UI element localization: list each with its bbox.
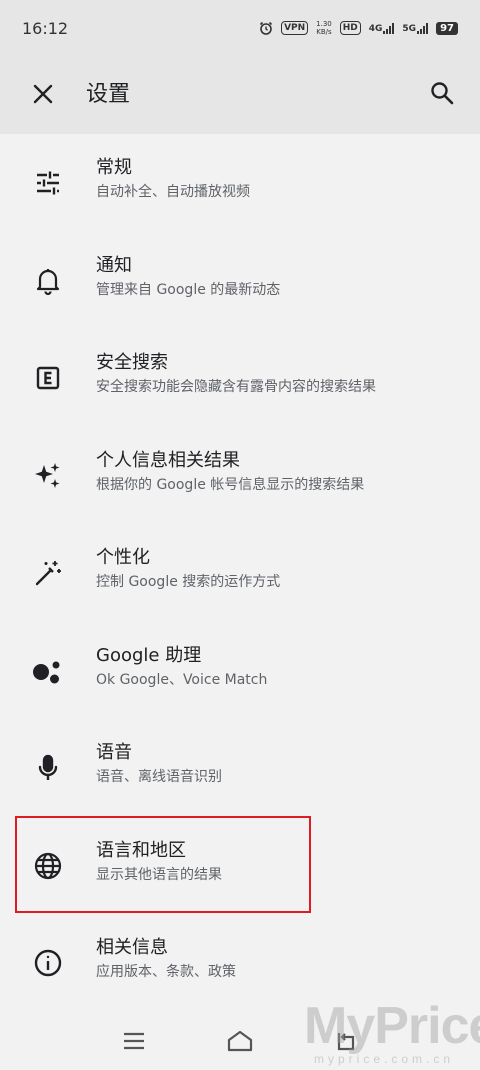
settings-item-label: 通知: [96, 254, 132, 276]
menu-icon: [124, 1032, 144, 1050]
home-button[interactable]: [220, 1026, 260, 1056]
mic-icon: [30, 750, 66, 786]
settings-item-sub: 管理来自 Google 的最新动态: [96, 281, 281, 298]
signal-bars-icon: [417, 22, 429, 34]
close-button[interactable]: [26, 77, 60, 111]
signal-bars-icon: [383, 22, 395, 34]
settings-item-personal-results[interactable]: 个人信息相关结果 根据你的 Google 帐号信息显示的搜索结果: [0, 427, 480, 525]
watermark-domain: myprice.com.cn: [314, 1052, 455, 1066]
settings-item-label: 个人信息相关结果: [96, 449, 240, 471]
settings-item-sub: 应用版本、条款、政策: [96, 964, 236, 980]
search-icon: [431, 82, 454, 105]
settings-item-assistant[interactable]: Google 助理 Ok Google、Voice Match: [0, 622, 480, 720]
settings-item-label: 语音: [96, 742, 132, 763]
settings-item-sub: 语音、离线语音识别: [96, 769, 222, 785]
signal-4g: 4G: [369, 22, 395, 34]
home-icon: [227, 1030, 253, 1052]
explicit-icon: [30, 360, 66, 396]
tune-icon: [30, 165, 66, 201]
settings-item-voice[interactable]: 语音 语音、离线语音识别: [0, 719, 480, 817]
watermark: MyPrice myprice.com.cn: [300, 990, 480, 1070]
highlight-box: [15, 816, 311, 913]
network-speed: 1.30 KB/s: [316, 20, 332, 36]
settings-item-personalization[interactable]: 个性化 控制 Google 搜索的运作方式: [0, 524, 480, 622]
settings-item-sub: 安全搜索功能会隐藏含有露骨内容的搜索结果: [96, 379, 376, 395]
watermark-brand: MyPrice: [304, 997, 480, 1055]
search-button[interactable]: [424, 75, 460, 111]
settings-item-label: Google 助理: [96, 644, 202, 666]
settings-item-sub: 自动补全、自动播放视频: [96, 184, 250, 200]
app-bar: 设置: [0, 56, 480, 134]
settings-item-notifications[interactable]: 通知 管理来自 Google 的最新动态: [0, 232, 480, 330]
status-time: 16:12: [22, 18, 69, 38]
settings-item-sub: 根据你的 Google 帐号信息显示的搜索结果: [96, 476, 365, 493]
sparkle-icon: [30, 458, 66, 494]
battery-level: 97: [436, 21, 458, 35]
status-icons: VPN 1.30 KB/s HD 4G 5G 97: [259, 20, 458, 36]
settings-item-label: 相关信息: [96, 937, 168, 958]
assistant-icon: [30, 653, 66, 689]
menu-button[interactable]: [114, 1026, 154, 1056]
settings-item-safesearch[interactable]: 安全搜索 安全搜索功能会隐藏含有露骨内容的搜索结果: [0, 329, 480, 427]
settings-item-label: 安全搜索: [96, 352, 168, 373]
settings-item-label: 个性化: [96, 547, 150, 568]
bell-icon: [30, 263, 66, 299]
magic-wand-icon: [30, 555, 66, 591]
settings-item-general[interactable]: 常规 自动补全、自动播放视频: [0, 134, 480, 232]
settings-item-label: 常规: [96, 157, 132, 178]
status-bar: 16:12 VPN 1.30 KB/s HD 4G 5G 97: [0, 0, 480, 56]
page-title: 设置: [86, 82, 131, 107]
hd-badge: HD: [339, 21, 361, 35]
settings-item-sub: 控制 Google 搜索的运作方式: [96, 574, 281, 590]
settings-item-sub: Ok Google、Voice Match: [96, 671, 268, 688]
signal-5g: 5G: [402, 22, 429, 34]
info-icon: [30, 945, 66, 981]
vpn-badge: VPN: [281, 21, 309, 35]
alarm-icon: [259, 21, 273, 35]
close-icon: [33, 84, 53, 104]
